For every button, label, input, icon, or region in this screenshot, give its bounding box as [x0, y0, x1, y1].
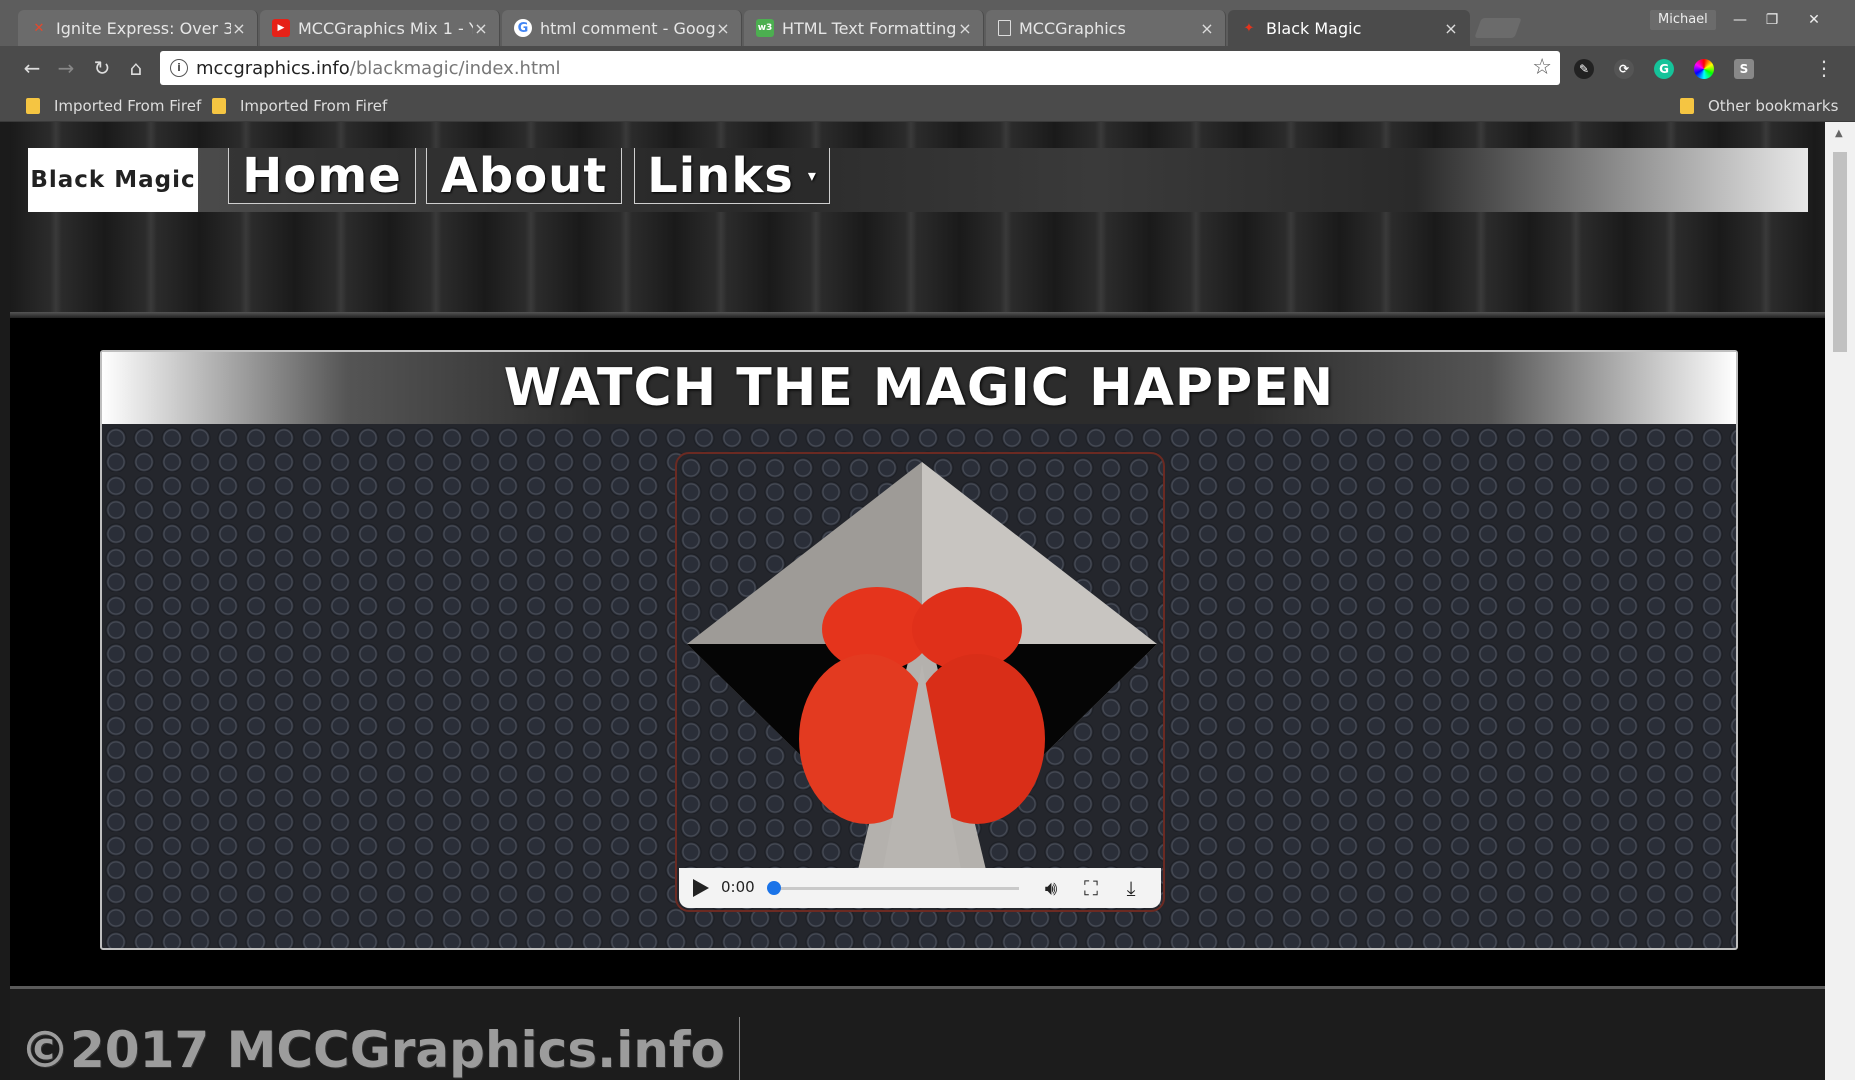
nav-home-label: Home: [242, 147, 402, 204]
volume-icon[interactable]: 🔊︎: [1039, 876, 1063, 900]
site-header: Black Magic Home About Links ▾: [10, 122, 1825, 318]
tab-title: HTML Text Formatting: [782, 18, 957, 38]
video-frame: [687, 462, 1157, 874]
fullscreen-icon[interactable]: ⛶: [1079, 876, 1103, 900]
tab-title: MCCGraphics: [1019, 18, 1126, 38]
extension-feather-icon[interactable]: ✎: [1574, 59, 1594, 79]
page-scrollbar[interactable]: ▲: [1825, 122, 1855, 1080]
close-tab-icon[interactable]: ×: [1443, 19, 1459, 38]
chevron-down-icon: ▾: [807, 166, 817, 185]
profile-button[interactable]: Michael: [1650, 10, 1716, 30]
tab-mccgraphics[interactable]: MCCGraphics ×: [986, 10, 1226, 46]
restore-icon[interactable]: ❐: [1758, 10, 1786, 30]
address-bar[interactable]: i mccgraphics.info/blackmagic/index.html…: [160, 51, 1560, 85]
other-bookmarks[interactable]: Other bookmarks: [1680, 96, 1838, 116]
bookmark-folder[interactable]: Imported From Firef: [26, 96, 201, 116]
nav-home[interactable]: Home: [228, 148, 416, 204]
progress-knob[interactable]: [767, 881, 781, 895]
browser-titlebar: ✕ Ignite Express: Over 300 f × ▶ MCCGrap…: [0, 0, 1855, 46]
google-icon: G: [514, 19, 532, 37]
document-icon: [998, 20, 1011, 36]
site-footer: ©2017 MCCGraphics.info: [10, 986, 1825, 1080]
back-arrow-icon[interactable]: ←: [20, 56, 44, 80]
tab-mccgraphics-mix[interactable]: ▶ MCCGraphics Mix 1 - You ×: [260, 10, 500, 46]
url-domain: mccgraphics.info: [196, 58, 350, 79]
tab-html-text-formatting[interactable]: w3 HTML Text Formatting ×: [744, 10, 984, 46]
bookmark-folder[interactable]: Imported From Firef: [212, 96, 387, 116]
close-tab-icon[interactable]: ×: [1199, 19, 1215, 38]
tab-title: MCCGraphics Mix 1 - You: [298, 18, 473, 38]
panel-title: WATCH THE MAGIC HAPPEN: [102, 352, 1736, 424]
scroll-up-icon[interactable]: ▲: [1835, 128, 1843, 139]
extension-s-icon[interactable]: S: [1734, 59, 1754, 79]
video-controls: 0:00 🔊︎ ⛶ ⤓: [679, 868, 1161, 908]
site-navbar: Black Magic Home About Links ▾: [28, 148, 1808, 212]
tab-black-magic[interactable]: ✦ Black Magic ×: [1228, 10, 1470, 46]
video-panel: WATCH THE MAGIC HAPPEN 0:00 🔊︎ ⛶ ⤓: [100, 350, 1738, 950]
reload-icon[interactable]: ↻: [90, 56, 114, 80]
close-tab-icon[interactable]: ×: [957, 19, 973, 38]
youtube-icon: ▶: [272, 19, 290, 37]
home-icon[interactable]: ⌂: [124, 56, 148, 80]
url-path: /blackmagic/index.html: [349, 58, 561, 79]
close-tab-icon[interactable]: ×: [715, 19, 731, 38]
progress-track[interactable]: [769, 887, 1019, 890]
folder-icon: [26, 98, 40, 114]
other-bookmarks-label: Other bookmarks: [1708, 97, 1839, 115]
tab-title: Ignite Express: Over 300 f: [56, 18, 231, 38]
video-time: 0:00: [721, 878, 755, 896]
grammarly-icon[interactable]: G: [1654, 59, 1674, 79]
nav-links[interactable]: Links ▾: [634, 148, 830, 204]
extension-sync-icon[interactable]: ⟳: [1614, 59, 1634, 79]
bookmark-label: Imported From Firef: [54, 97, 202, 115]
ignite-x-icon: ✕: [33, 20, 45, 36]
forward-arrow-icon[interactable]: →: [54, 56, 78, 80]
minimize-icon[interactable]: —: [1726, 10, 1754, 30]
footer-copyright: ©2017 MCCGraphics.info: [20, 1017, 740, 1080]
tab-ignite-express[interactable]: ✕ Ignite Express: Over 300 f ×: [18, 10, 258, 46]
close-window-icon[interactable]: ✕: [1800, 10, 1828, 30]
play-icon[interactable]: [693, 879, 709, 897]
w3schools-icon: w3: [756, 19, 774, 37]
menu-dots-icon[interactable]: ⋮: [1812, 56, 1836, 80]
site-brand[interactable]: Black Magic: [28, 148, 198, 212]
nav-about[interactable]: About: [426, 148, 622, 204]
tab-html-comment[interactable]: G html comment - Google ×: [502, 10, 742, 46]
page-viewport: Black Magic Home About Links ▾ WATCH THE…: [10, 122, 1825, 1080]
bookmark-label: Imported From Firef: [240, 97, 388, 115]
color-picker-icon[interactable]: [1694, 59, 1714, 79]
tab-title: html comment - Google: [540, 18, 715, 38]
nav-links-label: Links: [647, 147, 794, 204]
close-tab-icon[interactable]: ×: [473, 19, 489, 38]
scrollbar-thumb[interactable]: [1833, 152, 1847, 352]
video-player[interactable]: 0:00 🔊︎ ⛶ ⤓: [675, 452, 1165, 912]
folder-icon: [212, 98, 226, 114]
bookmarks-bar: Imported From Firef Imported From Firef …: [0, 90, 1855, 122]
close-tab-icon[interactable]: ×: [231, 19, 247, 38]
nav-about-label: About: [440, 147, 608, 204]
tab-title: Black Magic: [1266, 18, 1362, 38]
site-info-icon[interactable]: i: [170, 59, 188, 77]
new-tab-button[interactable]: [1474, 18, 1522, 38]
browser-toolbar: ← → ↻ ⌂ i mccgraphics.info/blackmagic/in…: [0, 46, 1855, 90]
folder-icon: [1680, 98, 1694, 114]
download-icon[interactable]: ⤓: [1119, 876, 1143, 900]
bookmark-star-icon[interactable]: ☆: [1532, 55, 1552, 80]
main-section: WATCH THE MAGIC HAPPEN 0:00 🔊︎ ⛶ ⤓: [10, 318, 1825, 986]
black-magic-icon: ✦: [1243, 20, 1255, 36]
url-text[interactable]: mccgraphics.info/blackmagic/index.html: [196, 58, 561, 79]
